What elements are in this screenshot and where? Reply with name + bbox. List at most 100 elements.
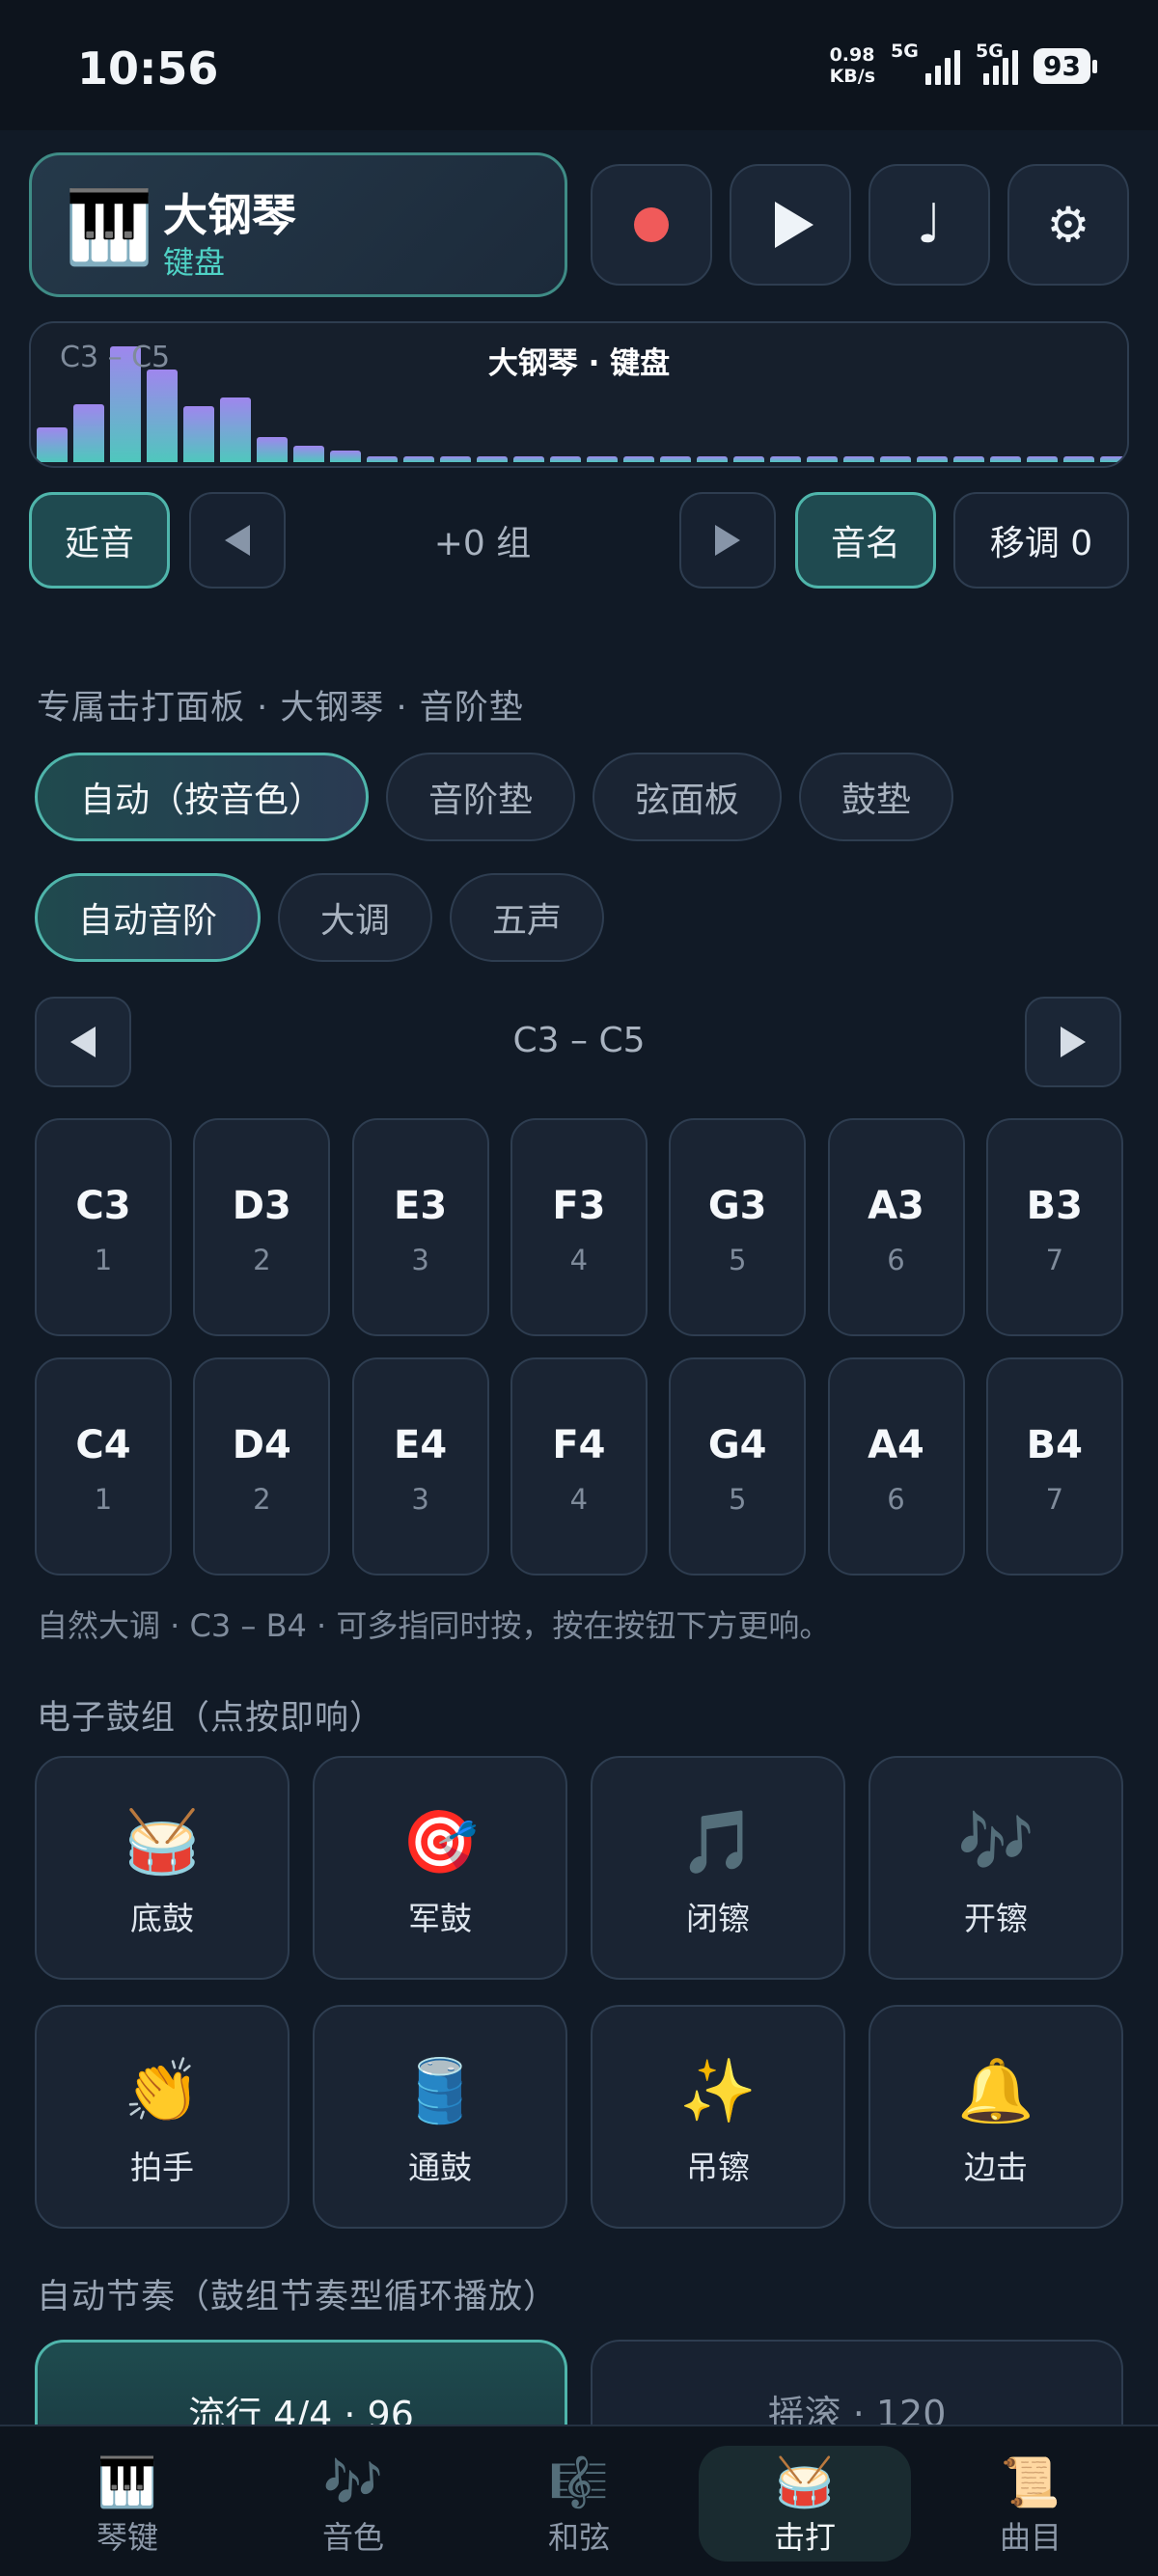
pad-section-title: 专属击打面板 · 大钢琴 · 音阶垫 bbox=[37, 689, 524, 727]
scale-key-f4[interactable]: F4 4 bbox=[510, 1357, 648, 1576]
drum-label: 拍手 bbox=[130, 2149, 194, 2186]
scale-key-b4[interactable]: B4 7 bbox=[985, 1357, 1123, 1576]
scale-pentatonic[interactable]: 五声 bbox=[450, 873, 604, 962]
visualizer-bar bbox=[220, 397, 251, 462]
scale-key-g3[interactable]: G3 5 bbox=[669, 1118, 807, 1336]
visualizer-bar bbox=[990, 456, 1021, 462]
scale-key-g4[interactable]: G4 5 bbox=[669, 1357, 807, 1576]
visualizer-bar bbox=[37, 427, 68, 462]
drum-label: 边击 bbox=[964, 2149, 1028, 2186]
arrow-right-icon bbox=[1061, 1027, 1086, 1057]
metronome-button[interactable]: ♩ bbox=[868, 164, 990, 286]
scale-key-c3[interactable]: C3 1 bbox=[35, 1118, 172, 1336]
scale-key-a4[interactable]: A4 6 bbox=[827, 1357, 965, 1576]
octave-up-button[interactable] bbox=[679, 492, 776, 589]
visualizer-bar bbox=[183, 406, 214, 462]
drum-label: 通鼓 bbox=[408, 2149, 472, 2186]
mode-auto[interactable]: 自动（按音色） bbox=[35, 753, 369, 841]
key-degree-label: 2 bbox=[253, 1244, 271, 1276]
tab-0[interactable]: 🎹 琴键 bbox=[21, 2446, 234, 2562]
key-degree-label: 4 bbox=[569, 1483, 589, 1516]
key-degree-label: 3 bbox=[411, 1483, 429, 1516]
scale-key-d3[interactable]: D3 2 bbox=[193, 1118, 331, 1336]
tab-1[interactable]: 🎶 音色 bbox=[247, 2446, 459, 2562]
visualizer-bar bbox=[953, 456, 984, 462]
play-button[interactable] bbox=[730, 164, 851, 286]
key-note-label: F4 bbox=[552, 1423, 606, 1467]
tab-label: 击打 bbox=[773, 2519, 836, 2556]
tab-label: 曲目 bbox=[999, 2519, 1062, 2556]
tab-4[interactable]: 📜 曲目 bbox=[924, 2446, 1137, 2562]
tab-label: 和弦 bbox=[547, 2519, 610, 2556]
visualizer-bar bbox=[697, 456, 728, 462]
visualizer-bar bbox=[550, 456, 581, 462]
drum-pad[interactable]: 🔔 边击 bbox=[868, 2005, 1123, 2229]
key-degree-label: 7 bbox=[1045, 1483, 1064, 1516]
visualizer-bar bbox=[623, 456, 654, 462]
key-degree-label: 5 bbox=[728, 1483, 747, 1516]
visualizer-bar bbox=[440, 456, 471, 462]
transpose-button[interactable]: 移调 0 bbox=[953, 492, 1129, 589]
tab-3[interactable]: 🥁 击打 bbox=[699, 2446, 911, 2562]
drum-label: 开镲 bbox=[964, 1900, 1028, 1937]
scale-key-e3[interactable]: E3 3 bbox=[351, 1118, 489, 1336]
drum-icon: ✨ bbox=[679, 2056, 757, 2127]
drum-pad[interactable]: 👏 拍手 bbox=[35, 2005, 290, 2229]
scale-key-d4[interactable]: D4 2 bbox=[193, 1357, 331, 1576]
tab-icon: 🎼 bbox=[548, 2454, 610, 2510]
status-bar: 10:56 0.98 KB/s 5G 5G 93 bbox=[0, 0, 1158, 130]
drum-pad[interactable]: 🎶 开镲 bbox=[868, 1756, 1123, 1980]
visualizer-bar bbox=[880, 456, 911, 462]
instrument-selector[interactable]: 🎹 大钢琴 键盘 bbox=[29, 152, 567, 297]
octave-down-button[interactable] bbox=[189, 492, 286, 589]
arrow-right-icon bbox=[715, 525, 740, 556]
drum-icon: 🎵 bbox=[679, 1807, 757, 1878]
drum-pad[interactable]: 🛢️ 通鼓 bbox=[313, 2005, 567, 2229]
range-next-button[interactable] bbox=[1025, 997, 1121, 1087]
visualizer-bar bbox=[403, 456, 434, 462]
network-speed: 0.98 KB/s bbox=[829, 44, 876, 87]
key-degree-label: 6 bbox=[887, 1244, 905, 1276]
scale-key-f3[interactable]: F3 4 bbox=[510, 1118, 648, 1336]
signal-icon: 5G bbox=[891, 41, 961, 85]
drum-pad[interactable]: 🥁 底鼓 bbox=[35, 1756, 290, 1980]
note-names-toggle[interactable]: 音名 bbox=[795, 492, 936, 589]
audio-visualizer: C3 – C5 大钢琴 · 键盘 bbox=[29, 321, 1129, 468]
sustain-toggle[interactable]: 延音 bbox=[29, 492, 170, 589]
key-degree-label: 3 bbox=[411, 1244, 429, 1276]
visualizer-bar bbox=[770, 456, 801, 462]
key-degree-label: 1 bbox=[94, 1483, 113, 1516]
octave-value: +0 组 bbox=[433, 524, 532, 563]
key-degree-label: 2 bbox=[253, 1483, 271, 1516]
key-degree-label: 6 bbox=[887, 1483, 905, 1516]
settings-button[interactable]: ⚙ bbox=[1007, 164, 1129, 286]
pad-range: C3 – C5 bbox=[512, 1021, 646, 1060]
key-degree-label: 4 bbox=[569, 1244, 589, 1276]
key-note-label: E4 bbox=[394, 1423, 448, 1467]
mode-string-panel[interactable]: 弦面板 bbox=[593, 753, 782, 841]
drum-pad[interactable]: 🎵 闭镲 bbox=[591, 1756, 845, 1980]
scale-key-b3[interactable]: B3 7 bbox=[985, 1118, 1123, 1336]
scale-key-c4[interactable]: C4 1 bbox=[35, 1357, 172, 1576]
visualizer-bar bbox=[257, 437, 288, 462]
mode-drum-pad[interactable]: 鼓垫 bbox=[799, 753, 953, 841]
key-note-label: B3 bbox=[1026, 1184, 1083, 1228]
drum-icon: 👏 bbox=[124, 2056, 201, 2127]
signal-icon: 5G bbox=[976, 41, 1019, 85]
scale-major[interactable]: 大调 bbox=[278, 873, 432, 962]
scale-key-a3[interactable]: A3 6 bbox=[827, 1118, 965, 1336]
key-note-label: B4 bbox=[1026, 1423, 1083, 1467]
drum-label: 底鼓 bbox=[130, 1900, 194, 1937]
drum-pad[interactable]: ✨ 吊镲 bbox=[591, 2005, 845, 2229]
visualizer-bar bbox=[660, 456, 691, 462]
key-note-label: C4 bbox=[75, 1423, 131, 1467]
drum-pad[interactable]: 🎯 军鼓 bbox=[313, 1756, 567, 1980]
drum-label: 军鼓 bbox=[408, 1900, 472, 1937]
record-button[interactable] bbox=[591, 164, 712, 286]
key-degree-label: 1 bbox=[94, 1244, 113, 1276]
mode-scale-pad[interactable]: 音阶垫 bbox=[386, 753, 575, 841]
visualizer-bar bbox=[330, 451, 361, 462]
scale-key-e4[interactable]: E4 3 bbox=[351, 1357, 489, 1576]
scale-auto[interactable]: 自动音阶 bbox=[35, 873, 261, 962]
tab-2[interactable]: 🎼 和弦 bbox=[473, 2446, 685, 2562]
